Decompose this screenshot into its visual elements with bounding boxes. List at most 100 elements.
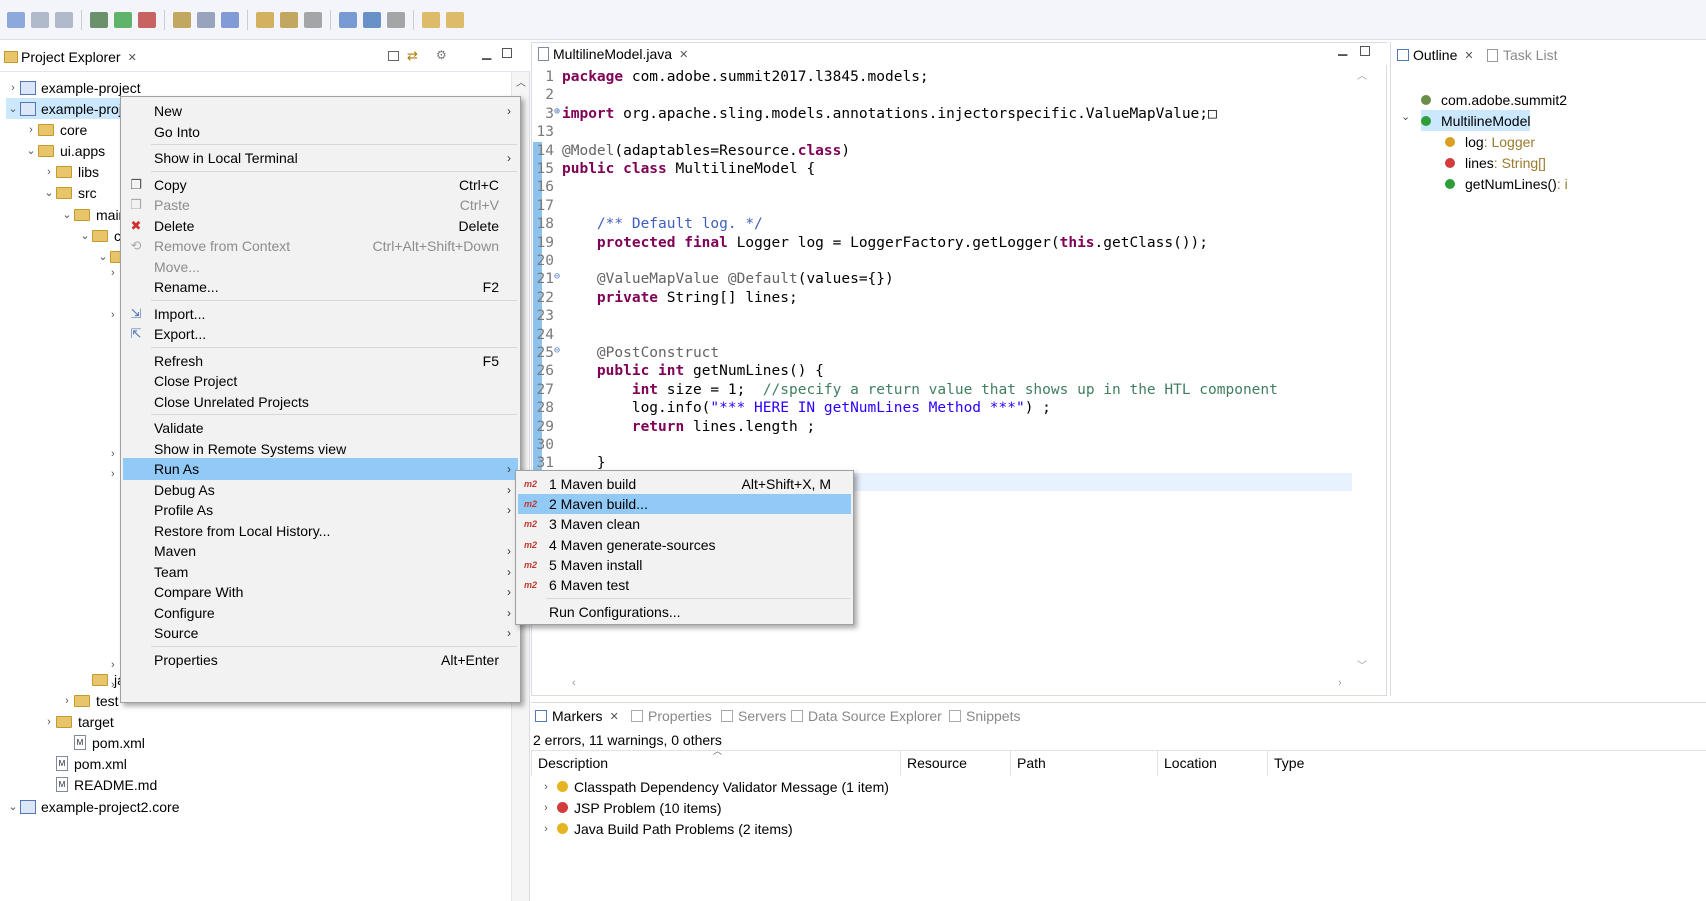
search-icon[interactable] [280,11,298,28]
menu-item-copy[interactable]: ❐ Copy Ctrl+C [123,174,518,196]
marker-group-row[interactable]: › Classpath Dependency Validator Message … [539,776,889,797]
maximize-icon[interactable] [502,48,512,58]
chevron-down-icon[interactable]: ⌄ [96,250,110,263]
tree-item[interactable]: › test [60,690,118,711]
tree-item[interactable]: ⌄ mair [60,204,123,225]
menu-item-show-in-local-terminal[interactable]: Show in Local Terminal › [123,147,518,169]
menu-item-validate[interactable]: Validate [123,417,518,439]
chevron-right-icon[interactable]: › [42,166,56,178]
chevron-down-icon[interactable]: ⌄ [24,144,38,157]
tree-item[interactable]: › core [24,119,87,140]
view-menu-icon[interactable]: ⚙ [436,48,447,62]
outline-item[interactable]: log : Logger [1445,131,1535,152]
outline-item[interactable]: lines : String[] [1445,152,1546,173]
menu-item-run-as[interactable]: Run As › [123,458,518,480]
column-header[interactable]: Description [531,750,900,776]
run-as-item[interactable]: m2 5 Maven install [518,555,851,575]
close-icon[interactable]: ✕ [610,710,619,723]
close-icon[interactable]: ✕ [679,48,688,61]
tab-properties[interactable]: Properties [631,703,712,729]
tree-item[interactable]: ⌄ ui.apps [24,140,105,161]
tab-project-explorer[interactable]: Project Explorer ✕ [4,44,137,70]
new-class-icon[interactable] [197,11,215,28]
tab-markers[interactable]: Markers ✕ [535,703,619,729]
run-as-item[interactable]: m2 3 Maven clean [518,514,851,534]
chevron-icon[interactable]: › [111,659,115,671]
chevron-right-icon[interactable]: › [24,124,38,136]
tab-task-list[interactable]: Task List [1487,42,1557,68]
run-as-item[interactable]: m2 2 Maven build... [518,494,851,515]
open-type-icon[interactable] [221,11,239,28]
chevron-icon[interactable]: › [111,309,115,321]
link-editor-icon[interactable]: ⇄ [407,48,418,64]
chevron-down-icon[interactable]: ⌄ [6,800,20,813]
tree-item[interactable]: ⌄ example-project2.core [6,796,179,817]
open-folder-icon[interactable] [256,11,274,28]
menu-item-import[interactable]: ⇲ Import... [123,303,518,325]
terminal-icon[interactable] [363,11,381,28]
menu-item-export[interactable]: ⇱ Export... [123,323,518,345]
minimize-icon[interactable]: ▁ [1338,42,1347,56]
scroll-up-icon[interactable]: ︿ [1357,67,1367,82]
menu-item-team[interactable]: Team › [123,561,518,583]
scroll-up-icon[interactable]: ︿ [516,74,526,89]
expand-icon[interactable]: ⊕ [554,106,560,117]
menu-item-close-unrelated-projects[interactable]: Close Unrelated Projects [123,391,518,413]
scroll-right-icon[interactable]: › [1338,677,1342,689]
chevron-down-icon[interactable]: ⌄ [1401,110,1410,123]
column-header[interactable]: Resource [900,750,1010,776]
toggle-mark-icon[interactable] [304,11,322,28]
tab-outline[interactable]: Outline ✕ [1397,42,1474,68]
chevron-icon[interactable]: › [111,267,115,279]
collapse-icon[interactable]: ⊖ [554,271,560,282]
save-icon[interactable] [31,11,49,28]
scroll-left-icon[interactable]: ‹ [572,677,576,689]
collapse-icon[interactable]: ⊖ [554,345,560,356]
maximize-icon[interactable] [1360,46,1370,56]
step-icon[interactable] [387,11,405,28]
new-icon[interactable] [7,11,25,28]
run-as-item[interactable]: m2 6 Maven test [518,575,851,595]
editor-vscrollbar[interactable]: ︿ ﹀ [1354,67,1370,673]
menu-item-configure[interactable]: Configure › [123,602,518,624]
tab-multiline-model[interactable]: MultilineModel.java ✕ [538,43,688,65]
tree-item[interactable]: › example-project [6,77,140,98]
column-header[interactable]: Type [1267,750,1379,776]
close-icon[interactable]: ✕ [1464,49,1473,62]
close-icon[interactable]: ✕ [128,51,137,64]
menu-item-debug-as[interactable]: Debug As › [123,479,518,501]
editor-hscrollbar[interactable]: ‹ › [570,677,1354,693]
chevron-right-icon[interactable]: › [6,82,20,94]
tree-item[interactable]: Mpom.xml [60,732,145,753]
menu-item-new[interactable]: New › [123,100,518,122]
chevron-down-icon[interactable]: ⌄ [78,229,92,242]
chevron-down-icon[interactable]: ⌄ [6,102,20,115]
marker-group-row[interactable]: › JSP Problem (10 items) [539,797,721,818]
chevron-right-icon[interactable]: › [539,781,553,793]
chevron-right-icon[interactable]: › [539,802,553,814]
tree-item[interactable]: ⌄ example-proj [6,98,122,119]
collapse-all-icon[interactable] [388,51,399,61]
tab-snippets[interactable]: Snippets [949,703,1020,729]
outline-item[interactable]: getNumLines() : i [1445,173,1568,194]
save-all-icon[interactable] [55,11,73,28]
chevron-right-icon[interactable]: › [60,695,74,707]
run-as-item[interactable]: m2 1 Maven build Alt+Shift+X, M [518,474,851,494]
menu-item-maven[interactable]: Maven › [123,540,518,562]
menu-item-show-in-remote-systems-view[interactable]: Show in Remote Systems view [123,438,518,460]
menu-item-paste[interactable]: ❒ Paste Ctrl+V [123,194,518,216]
menu-item-properties[interactable]: Properties Alt+Enter [123,649,518,671]
chevron-down-icon[interactable]: ⌄ [42,186,56,199]
run-as-item[interactable]: Run Configurations... [518,602,851,622]
tree-item[interactable]: ja [78,669,125,690]
menu-item-delete[interactable]: ✖ Delete Delete [123,215,518,237]
marker-group-row[interactable]: › Java Build Path Problems (2 items) [539,818,792,839]
column-header[interactable]: Path [1010,750,1157,776]
menu-item-compare-with[interactable]: Compare With › [123,581,518,603]
menu-item-profile-as[interactable]: Profile As › [123,499,518,521]
tree-item[interactable]: › target [42,711,114,732]
menu-item-remove-from-context[interactable]: ⟲ Remove from Context Ctrl+Alt+Shift+Down [123,235,518,257]
menu-item-restore-from-local-history[interactable]: Restore from Local History... [123,520,518,542]
run-icon[interactable] [114,11,132,28]
new-package-icon[interactable] [173,11,191,28]
